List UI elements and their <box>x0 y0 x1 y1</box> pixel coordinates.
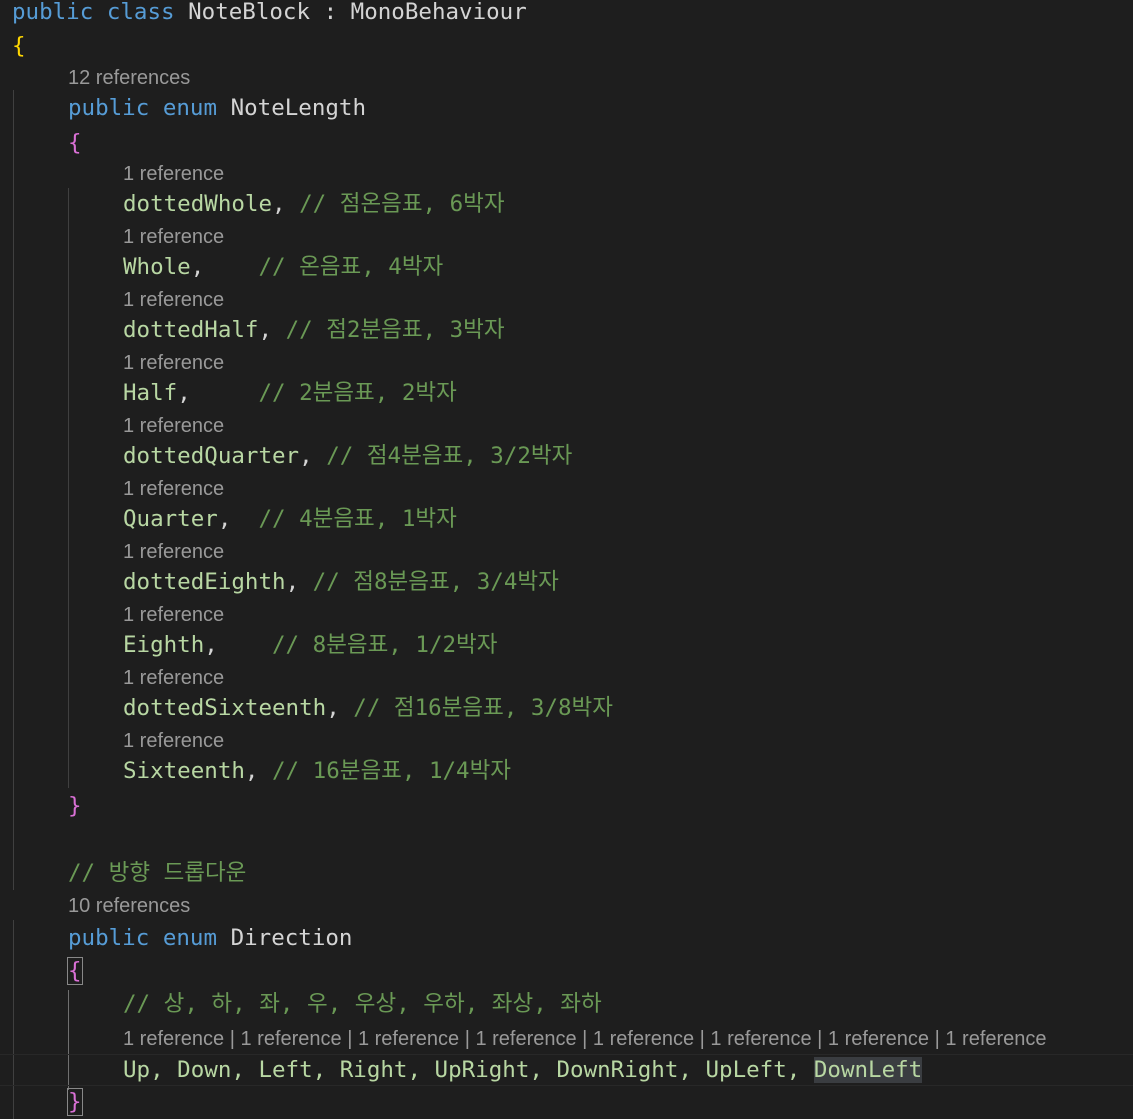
indent-guide-level1 <box>13 90 14 890</box>
enum-member-comment: // 8분음표, 1/2박자 <box>272 632 498 658</box>
enum-notelength-declaration: public enum NoteLength <box>68 92 366 124</box>
enum-open-brace: { <box>67 957 83 985</box>
comma: , <box>244 758 259 784</box>
enum-member-line: dottedEighth, // 점8분음표, 3/4박자 <box>123 566 559 598</box>
comma: , <box>204 632 218 658</box>
enum-member-comment: // 온음표, 4박자 <box>258 254 444 280</box>
direction-members-line: Up, Down, Left, Right, UpRight, DownRigh… <box>123 1054 923 1086</box>
keyword-public: public <box>12 0 94 25</box>
enum-notelength-close-brace-line: } <box>68 790 82 822</box>
comma: , <box>299 443 313 469</box>
enum-member-comment: // 점8분음표, 3/4박자 <box>312 569 559 595</box>
indent-guide-level1-b <box>13 920 14 1119</box>
code-editor[interactable]: public class NoteBlock : MonoBehaviour {… <box>0 0 1133 1119</box>
enum-member-name[interactable]: dottedEighth <box>123 569 286 595</box>
codelens-reference[interactable]: 1 reference <box>123 349 224 377</box>
enum-member-name[interactable]: Quarter <box>123 506 218 532</box>
enum-member-line: dottedHalf, // 점2분음표, 3박자 <box>123 314 505 346</box>
class-declaration-line: public class NoteBlock : MonoBehaviour <box>12 0 527 28</box>
keyword-enum: enum <box>162 95 218 121</box>
codelens-reference[interactable]: 1 reference <box>123 475 224 503</box>
enum-member-name[interactable]: dottedSixteenth <box>123 695 326 721</box>
keyword-public: public <box>68 925 150 951</box>
enum-member-line: dottedSixteenth, // 점16분음표, 3/8박자 <box>123 692 613 724</box>
direction-member-downleft[interactable]: DownLeft <box>813 1057 923 1083</box>
enum-name[interactable]: NoteLength <box>231 95 366 121</box>
comma: , <box>272 191 286 217</box>
keyword-public: public <box>68 95 150 121</box>
comma: , <box>190 254 205 280</box>
codelens-reference[interactable]: 1 reference <box>123 664 224 692</box>
comma: , <box>217 506 232 532</box>
enum-direction-open-brace-line: { <box>67 955 83 987</box>
enum-close-brace: } <box>68 793 82 819</box>
enum-member-name[interactable]: dottedHalf <box>123 317 258 343</box>
comma: , <box>258 317 273 343</box>
codelens-references[interactable]: 10 references <box>68 892 190 920</box>
direction-inner-comment: // 상, 하, 좌, 우, 우상, 우하, 좌상, 좌하 <box>123 991 602 1017</box>
colon: : <box>323 0 338 25</box>
enum-member-name[interactable]: dottedWhole <box>123 191 272 217</box>
enum-member-line: dottedQuarter, // 점4분음표, 3/2박자 <box>123 440 572 472</box>
keyword-enum: enum <box>162 925 218 951</box>
enum-member-name[interactable]: Eighth <box>123 632 204 658</box>
codelens-reference[interactable]: 1 reference <box>123 727 224 755</box>
enum-notelength-open-brace-line: { <box>68 127 82 159</box>
enum-direction-close-brace-line: } <box>67 1086 83 1118</box>
class-name[interactable]: NoteBlock <box>188 0 310 25</box>
direction-comment-line: // 방향 드롭다운 <box>68 857 246 889</box>
enum-member-comment: // 점2분음표, 3박자 <box>285 317 505 343</box>
keyword-class: class <box>106 0 175 25</box>
enum-open-brace: { <box>68 130 82 156</box>
enum-member-comment: // 점온음표, 6박자 <box>299 191 505 217</box>
comma: , <box>285 569 300 595</box>
comma: , <box>177 380 191 406</box>
class-open-brace-line: { <box>12 30 26 62</box>
codelens-reference[interactable]: 1 reference <box>123 223 224 251</box>
enum-member-comment: // 점16분음표, 3/8박자 <box>353 695 613 721</box>
codelens-reference[interactable]: 1 reference <box>123 412 224 440</box>
enum-member-name[interactable]: Whole <box>123 254 191 280</box>
enum-direction-declaration: public enum Direction <box>68 922 352 954</box>
enum-close-brace: } <box>67 1088 83 1116</box>
enum-member-line: Half, // 2분음표, 2박자 <box>123 377 457 409</box>
codelens-reference[interactable]: 1 reference <box>123 538 224 566</box>
codelens-reference[interactable]: 1 reference <box>123 160 224 188</box>
enum-member-comment: // 16분음표, 1/4박자 <box>272 758 511 784</box>
enum-member-line: Quarter, // 4분음표, 1박자 <box>123 503 457 535</box>
class-open-brace: { <box>12 33 26 59</box>
enum-member-comment: // 점4분음표, 3/2박자 <box>326 443 573 469</box>
enum-member-name[interactable]: dottedQuarter <box>123 443 299 469</box>
enum-member-name[interactable]: Half <box>123 380 177 406</box>
codelens-reference[interactable]: 1 reference <box>123 286 224 314</box>
enum-member-comment: // 4분음표, 1박자 <box>258 506 457 532</box>
enum-member-line: Whole, // 온음표, 4박자 <box>123 251 443 283</box>
codelens-reference[interactable]: 1 reference <box>123 601 224 629</box>
enum-member-line: Eighth, // 8분음표, 1/2박자 <box>123 629 497 661</box>
indent-guide-level2 <box>68 188 69 788</box>
codelens-member-references[interactable]: 1 reference | 1 reference | 1 reference … <box>123 1025 1047 1053</box>
direction-comment: // 방향 드롭다운 <box>68 860 247 886</box>
enum-member-comment: // 2분음표, 2박자 <box>258 380 457 406</box>
direction-members[interactable]: Up, Down, Left, Right, UpRight, DownRigh… <box>123 1057 814 1083</box>
enum-member-line: Sixteenth, // 16분음표, 1/4박자 <box>123 755 511 787</box>
enum-member-line: dottedWhole, // 점온음표, 6박자 <box>123 188 505 220</box>
enum-name[interactable]: Direction <box>231 925 353 951</box>
codelens-references[interactable]: 12 references <box>68 64 190 92</box>
base-class-name[interactable]: MonoBehaviour <box>351 0 527 25</box>
enum-member-name[interactable]: Sixteenth <box>123 758 245 784</box>
comma: , <box>326 695 340 721</box>
direction-inner-comment-line: // 상, 하, 좌, 우, 우상, 우하, 좌상, 좌하 <box>123 988 602 1020</box>
